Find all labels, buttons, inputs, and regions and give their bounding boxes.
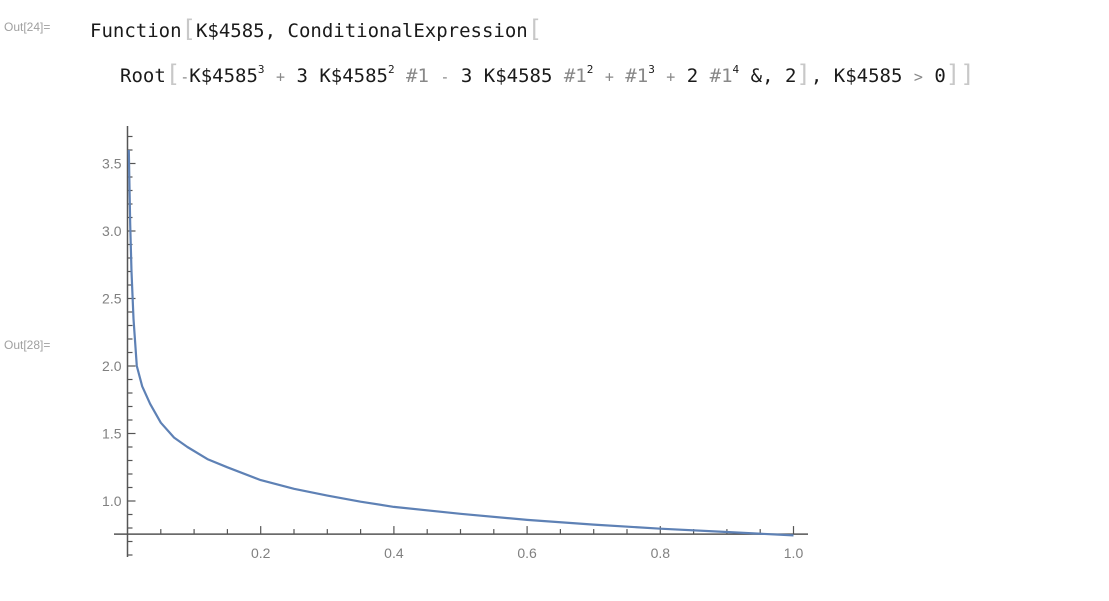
x-tick-label: 0.2: [251, 545, 271, 561]
y-tick-label: 1.0: [102, 493, 122, 509]
x-tick-label: 0.6: [517, 545, 537, 561]
x-tick-label: 0.4: [384, 545, 404, 561]
y-tick-label: 1.5: [102, 426, 122, 442]
x-tick-label: 0.8: [651, 545, 671, 561]
y-tick-label: 2.5: [102, 291, 122, 307]
y-tick-label: 2.0: [102, 358, 122, 374]
y-tick-label: 3.0: [102, 223, 122, 239]
plot: 0.2 0.4 0.6 0.8 1.0 1.0 1.5 2.0 2.5 3.0 3.5: [102, 126, 808, 561]
series-line: [127, 149, 794, 537]
y-tick-label: 3.5: [102, 156, 122, 172]
x-tick-label: 1.0: [784, 545, 804, 561]
